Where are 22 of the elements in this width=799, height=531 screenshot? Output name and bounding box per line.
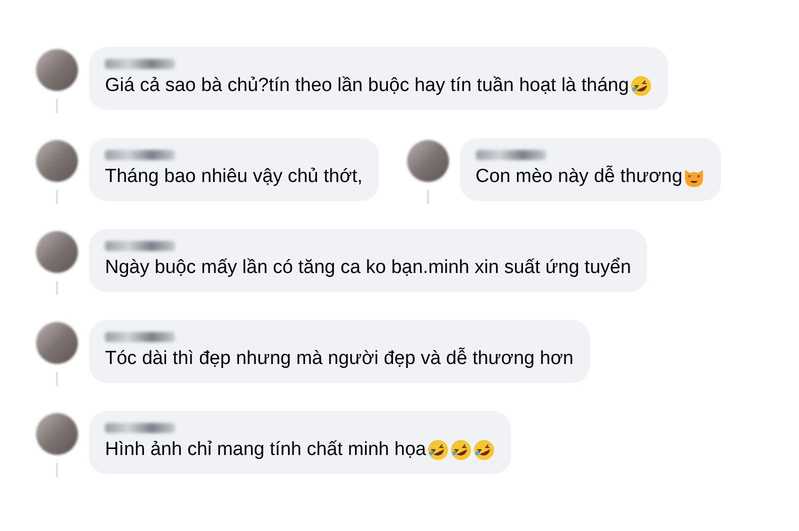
avatar-placeholder[interactable] (36, 413, 78, 455)
blurred-name (105, 59, 175, 69)
avatar-placeholder[interactable] (36, 140, 78, 182)
comment-text: Tháng bao nhiêu vậy chủ thớt, (105, 166, 363, 188)
blurred-name (105, 423, 175, 433)
blurred-name (476, 150, 546, 160)
blurred-name (105, 241, 175, 251)
laughing-face-icon (427, 439, 450, 461)
comment-text: Ngày buộc mấy lần có tăng ca ko bạn.minh xin suất ứng tuyển (105, 257, 632, 279)
avatar-placeholder[interactable] (36, 231, 78, 273)
laughing-face-icon (630, 75, 652, 97)
comment-text: Hình ảnh chỉ mang tính chất minh họa (105, 439, 426, 461)
comment-text: Tóc dài thì đẹp nhưng mà người đẹp và dễ thương hơn (105, 348, 574, 370)
comment-text: Con mèo này dễ thương (476, 166, 682, 188)
comment-text: Giá cả sao bà chủ?tín theo lần buộc hay tín tuần hoạt là tháng (105, 75, 629, 97)
avatar-placeholder[interactable] (36, 49, 78, 91)
avatar-placeholder[interactable] (36, 322, 78, 364)
laughing-face-icon (473, 439, 496, 461)
avatar-placeholder[interactable] (406, 140, 449, 182)
blurred-name (105, 332, 175, 342)
blurred-name (105, 150, 175, 160)
laughing-face-icon (450, 439, 472, 461)
